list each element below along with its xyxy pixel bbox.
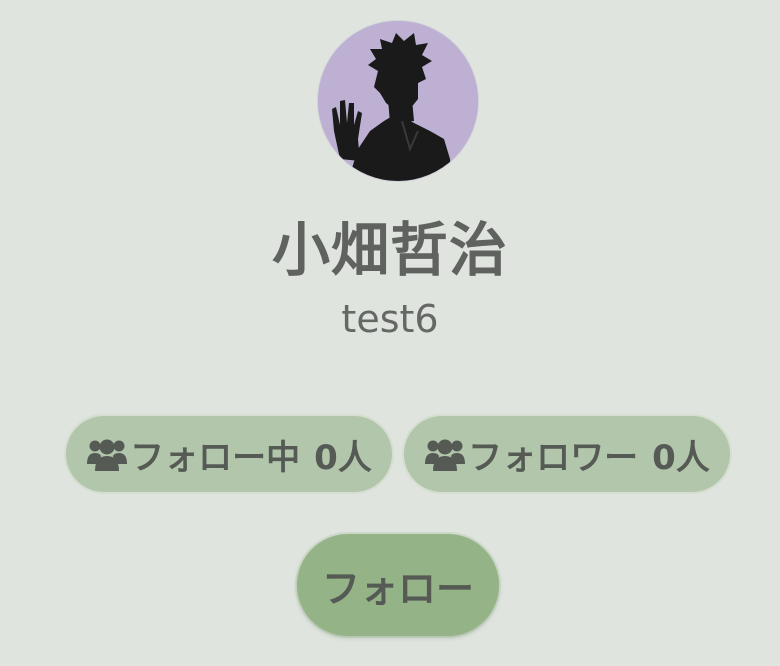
follow-button[interactable]: フォロー [297, 534, 499, 636]
followers-stat-button[interactable]: フォロワー 0人 [404, 416, 730, 492]
following-label: フォロー中 [130, 437, 301, 478]
avatar[interactable] [318, 21, 478, 181]
avatar-silhouette-image [318, 21, 478, 181]
display-name: 小畑哲治 [271, 216, 508, 284]
followers-label: フォロワー [468, 437, 639, 478]
users-icon [424, 436, 466, 472]
followers-count: 0人 [652, 437, 710, 478]
following-count: 0人 [314, 437, 372, 478]
profile-page: 小畑哲治 test6 フォロー中 0人 フォロワー 0人 フォロー [0, 0, 780, 666]
username: test6 [341, 297, 439, 341]
following-stat-button[interactable]: フォロー中 0人 [66, 416, 392, 492]
users-icon [86, 436, 128, 472]
